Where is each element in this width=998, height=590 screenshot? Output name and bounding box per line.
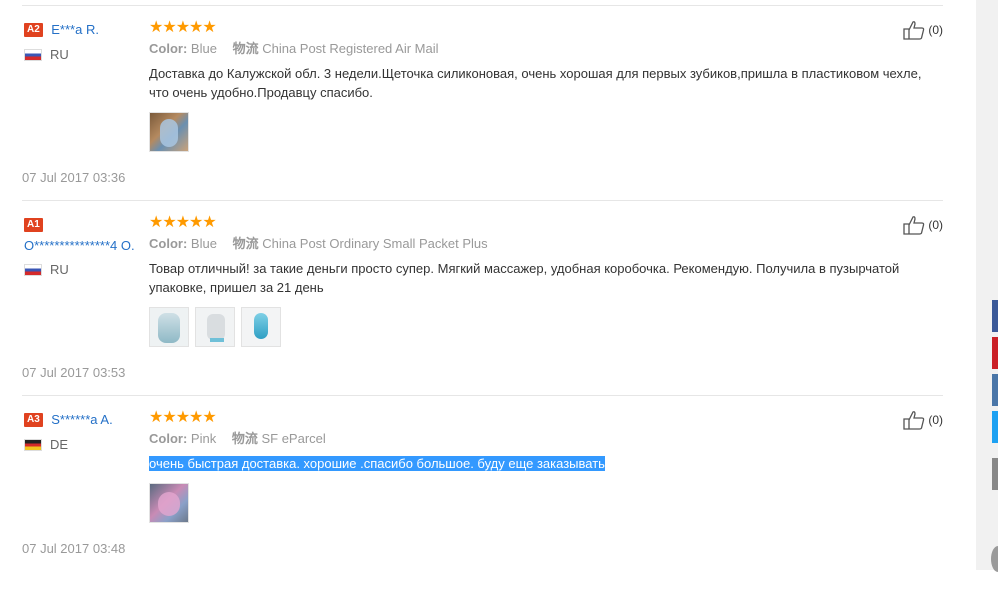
- review-date: 07 Jul 2017 03:36: [22, 170, 126, 185]
- thumbs-up-icon: [903, 21, 925, 40]
- buyer-level-badge: A1: [24, 217, 43, 232]
- thumbs-up-icon: [903, 411, 925, 430]
- order-attributes: Color: Blue 物流 China Post Ordinary Small…: [149, 235, 929, 253]
- thumbs-up-icon: [903, 216, 925, 235]
- review-item: A3 S******a A. DE ★★★★★ Color: Pink 物流 S…: [22, 395, 943, 590]
- color-value: Pink: [190, 431, 217, 446]
- country-code: DE: [50, 437, 69, 452]
- buyer-level-badge: A3: [24, 412, 43, 427]
- reviewer-country: RU: [24, 262, 149, 277]
- shipping-value: SF eParcel: [261, 431, 326, 446]
- shipping-label: 物流: [231, 431, 258, 446]
- germany-flag-icon: [24, 438, 42, 451]
- review-text: Доставка до Калужской обл. 3 недели.Щето…: [149, 66, 922, 100]
- helpful-button[interactable]: (0): [902, 215, 943, 235]
- review-item: A1 O***************4 O. RU ★★★★★ Color: …: [22, 200, 943, 395]
- review-text: очень быстрая доставка. хорошие .спасибо…: [149, 454, 929, 473]
- shipping-label: 物流: [232, 41, 259, 56]
- review-text: Товар отличный! за такие деньги просто с…: [149, 261, 900, 295]
- helpful-count: (0): [928, 413, 943, 427]
- helpful-count: (0): [928, 23, 943, 37]
- country-code: RU: [50, 47, 69, 62]
- review-photo-thumbnail[interactable]: [241, 307, 281, 347]
- country-code: RU: [50, 262, 69, 277]
- russia-flag-icon: [24, 263, 42, 276]
- russia-flag-icon: [24, 48, 42, 61]
- review-images: [149, 112, 929, 152]
- review-content: ★★★★★ Color: Blue 物流 China Post Ordinary…: [149, 215, 929, 347]
- reviewer-country: RU: [24, 47, 149, 62]
- scroll-to-top-icon[interactable]: [991, 546, 998, 572]
- buyer-level-badge: A2: [24, 22, 43, 37]
- review-content: ★★★★★ Color: Blue 物流 China Post Register…: [149, 20, 929, 152]
- share-more-button[interactable]: [992, 458, 998, 490]
- share-facebook-button[interactable]: [992, 300, 998, 332]
- star-rating: ★★★★★: [149, 19, 217, 36]
- helpful-button[interactable]: (0): [902, 20, 943, 40]
- review-date: 07 Jul 2017 03:48: [22, 541, 126, 556]
- review-photo-thumbnail[interactable]: [149, 483, 189, 523]
- helpful-count: (0): [928, 218, 943, 232]
- reviewer-name[interactable]: S******a A.: [51, 412, 112, 427]
- share-vk-button[interactable]: [992, 374, 998, 406]
- shipping-label: 物流: [232, 236, 259, 251]
- share-pinterest-button[interactable]: [992, 337, 998, 369]
- review-date: 07 Jul 2017 03:53: [22, 365, 126, 380]
- reviewer-info: A2 E***a R. RU: [24, 21, 149, 62]
- reviewer-info: A1 O***************4 O. RU: [24, 216, 149, 277]
- reviewer-name[interactable]: E***a R.: [51, 22, 99, 37]
- review-images: [149, 483, 929, 523]
- review-item: A2 E***a R. RU ★★★★★ Color: Blue 物流 Chin…: [22, 5, 943, 200]
- reviewer-info: A3 S******a A. DE: [24, 411, 149, 452]
- order-attributes: Color: Blue 物流 China Post Registered Air…: [149, 40, 929, 58]
- helpful-button[interactable]: (0): [902, 410, 943, 430]
- review-photo-thumbnail[interactable]: [149, 307, 189, 347]
- shipping-value: China Post Ordinary Small Packet Plus: [262, 236, 488, 251]
- review-images: [149, 307, 929, 347]
- color-label: Color:: [149, 236, 188, 251]
- star-rating: ★★★★★: [149, 214, 217, 231]
- selected-text: очень быстрая доставка. хорошие .спасибо…: [149, 456, 605, 471]
- review-photo-thumbnail[interactable]: [149, 112, 189, 152]
- shipping-value: China Post Registered Air Mail: [262, 41, 439, 56]
- order-attributes: Color: Pink 物流 SF eParcel: [149, 430, 929, 448]
- reviewer-country: DE: [24, 437, 149, 452]
- color-label: Color:: [149, 41, 188, 56]
- color-value: Blue: [190, 236, 217, 251]
- review-photo-thumbnail[interactable]: [195, 307, 235, 347]
- color-value: Blue: [190, 41, 217, 56]
- star-rating: ★★★★★: [149, 409, 217, 426]
- reviewer-name[interactable]: O***************4 O.: [24, 238, 149, 254]
- color-label: Color:: [149, 431, 188, 446]
- review-content: ★★★★★ Color: Pink 物流 SF eParcel очень бы…: [149, 410, 929, 523]
- share-twitter-button[interactable]: [992, 411, 998, 443]
